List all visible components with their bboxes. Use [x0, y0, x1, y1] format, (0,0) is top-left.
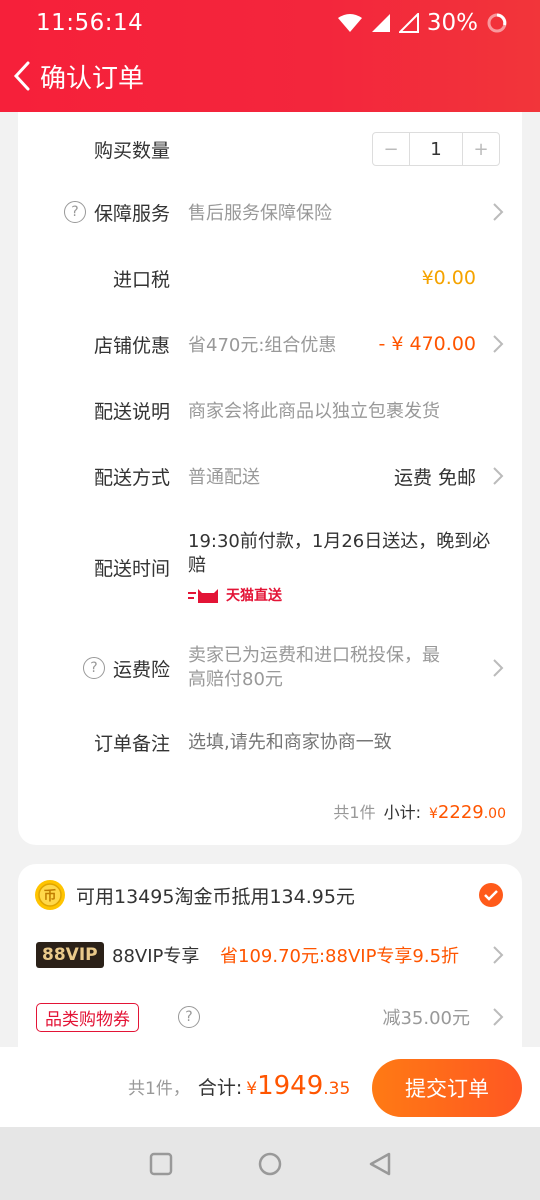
subtotal-row: 共1件 小计: ¥2229.00: [18, 796, 522, 826]
recent-apps-icon[interactable]: [149, 1152, 173, 1176]
back-button[interactable]: [6, 56, 38, 96]
quantity-label: 购买数量: [93, 139, 170, 162]
shipping-method-value: 普通配送: [188, 467, 260, 488]
tmall-badge-text: 天猫直送: [226, 588, 282, 604]
back-nav-icon[interactable]: [367, 1151, 393, 1177]
quantity-stepper: − 1 +: [372, 132, 500, 166]
remark-label: 订单备注: [93, 732, 170, 755]
vip-row[interactable]: 88VIP 88VIP专享 省109.70元:88VIP专享9.5折: [18, 928, 522, 982]
quantity-value[interactable]: 1: [409, 133, 463, 165]
tax-row: 进口税 ¥0.00: [18, 252, 522, 304]
coupon-value: 减35.00元: [382, 1008, 470, 1029]
total-count: 共1件，: [128, 1079, 190, 1099]
checkout-bar: 共1件， 合计: ¥1949.35 提交订单: [0, 1047, 540, 1127]
chevron-right-icon: [493, 659, 504, 677]
shipping-method-label: 配送方式: [93, 466, 170, 489]
tmall-cat-icon: [188, 589, 218, 603]
shipping-fee: 运费 免邮: [393, 466, 476, 489]
tmall-direct-badge: 天猫直送: [188, 584, 490, 608]
wifi-icon: [337, 14, 362, 32]
tax-value: ¥0.00: [421, 267, 476, 289]
question-icon[interactable]: ?: [178, 1006, 200, 1028]
coins-text: 可用13495淘金币抵用134.95元: [76, 885, 355, 908]
checkbox-checked-icon[interactable]: [478, 882, 504, 908]
remark-input[interactable]: [188, 731, 488, 753]
chevron-right-icon: [493, 467, 504, 485]
title-bar: 确认订单: [6, 56, 144, 96]
svg-text:币: 币: [43, 889, 56, 904]
insurance-label: 运费险: [112, 658, 170, 681]
benefits-card: 币 可用13495淘金币抵用134.95元 88VIP 88VIP专享 省109…: [18, 864, 522, 1054]
subtotal-count: 共1件: [333, 803, 376, 822]
battery-percent: 30%: [426, 10, 478, 36]
delivery-note-label: 配送说明: [93, 400, 170, 423]
insurance-line1: 卖家已为运费和进口税投保，最: [188, 645, 440, 666]
service-value: 售后服务保障保险: [188, 203, 332, 224]
page-title: 确认订单: [40, 63, 145, 94]
shop-discount-row[interactable]: 店铺优惠 省470元:组合优惠 - ¥ 470.00: [18, 318, 522, 370]
shipping-method-row[interactable]: 配送方式 普通配送 运费 免邮: [18, 450, 522, 502]
delivery-time-label: 配送时间: [93, 558, 170, 580]
status-bar: 11:56:14 30%: [36, 8, 508, 38]
question-icon[interactable]: ?: [63, 201, 86, 223]
chevron-right-icon: [493, 946, 504, 964]
coins-row[interactable]: 币 可用13495淘金币抵用134.95元: [18, 868, 522, 922]
insurance-line2: 高赔付80元: [188, 669, 283, 690]
home-icon[interactable]: [257, 1151, 283, 1177]
subtotal-amount: ¥2229.00: [429, 802, 506, 823]
submit-order-button[interactable]: 提交订单: [372, 1059, 522, 1117]
shop-discount-label: 店铺优惠: [93, 334, 170, 357]
total-amount: ¥1949.35: [246, 1071, 351, 1101]
remark-row: 订单备注: [18, 716, 522, 768]
header: 11:56:14 30% 确认订单: [0, 0, 540, 112]
back-arrow-icon: [13, 61, 30, 91]
quantity-row: 购买数量 − 1 +: [18, 112, 522, 186]
vip-label: 88VIP专享: [112, 946, 200, 967]
quantity-minus-button[interactable]: −: [373, 133, 409, 165]
quantity-plus-button[interactable]: +: [463, 133, 499, 165]
chevron-right-icon: [493, 335, 504, 353]
status-time: 11:56:14: [36, 10, 144, 36]
service-label: 保障服务: [93, 202, 170, 225]
shop-discount-amount: - ¥ 470.00: [378, 333, 476, 355]
total-label: 合计:: [197, 1077, 243, 1099]
vip-value: 省109.70元:88VIP专享9.5折: [220, 946, 460, 967]
delivery-note-row: 配送说明 商家会将此商品以独立包裹发货: [18, 384, 522, 436]
chevron-right-icon: [493, 1008, 504, 1026]
signal-empty-icon: [398, 13, 419, 33]
shop-discount-value: 省470元:组合优惠: [188, 335, 337, 356]
vip-badge: 88VIP: [36, 942, 104, 968]
delivery-time-row: 配送时间 19:30前付款，1月26日送达，晚到必 赔 天猫直送: [18, 522, 522, 610]
order-detail-card: 购买数量 − 1 + ? 保障服务 售后服务保障保险 进口税 ¥0.00 店铺优…: [18, 112, 522, 845]
coupon-badge: 品类购物券: [36, 1002, 139, 1032]
battery-ring-icon: [487, 13, 507, 33]
subtotal-label: 小计:: [383, 803, 421, 822]
delivery-time-line1: 19:30前付款，1月26日送达，晚到必: [188, 531, 491, 552]
android-nav-bar: [0, 1127, 540, 1200]
delivery-note-value: 商家会将此商品以独立包裹发货: [188, 401, 440, 422]
chevron-right-icon: [493, 203, 504, 221]
question-icon[interactable]: ?: [82, 657, 105, 679]
delivery-time-line2: 赔: [188, 555, 206, 576]
coupon-row[interactable]: 品类购物券 ? 减35.00元: [18, 990, 522, 1044]
signal-icon: [371, 14, 390, 32]
tax-label: 进口税: [112, 268, 170, 291]
insurance-row[interactable]: ? 运费险 卖家已为运费和进口税投保，最 高赔付80元: [18, 640, 522, 696]
taojinbi-coin-icon: 币: [35, 880, 65, 910]
service-row[interactable]: ? 保障服务 售后服务保障保险: [18, 186, 522, 238]
